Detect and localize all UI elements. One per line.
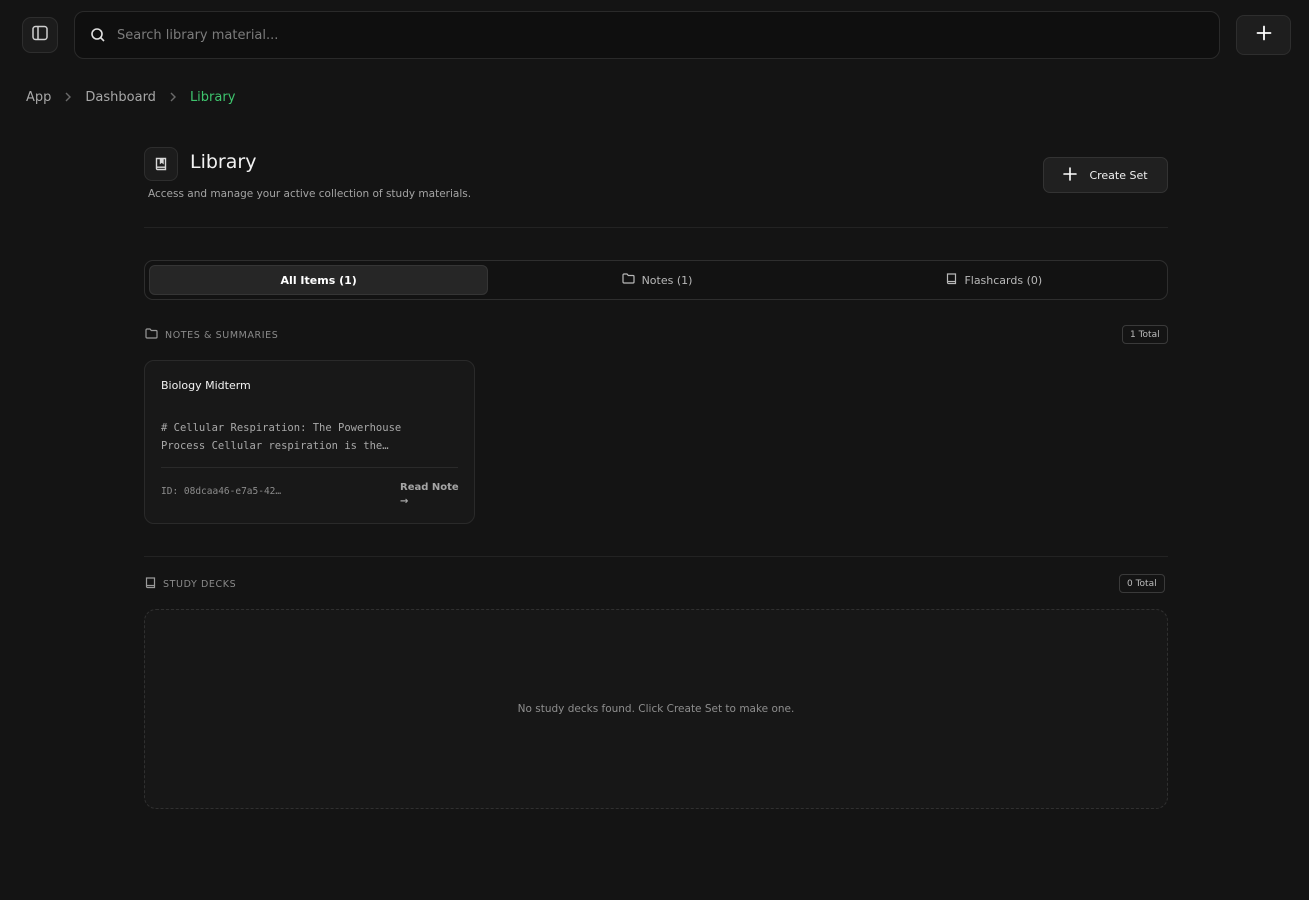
book-icon [946, 272, 957, 288]
read-note-link[interactable]: Read Note → [400, 481, 459, 509]
tab-label: Flashcards (0) [964, 273, 1043, 287]
decks-count-badge: 0 Total [1119, 574, 1165, 593]
page-description: Access and manage your active collection… [148, 188, 472, 200]
read-note-label: Read Note [400, 482, 459, 493]
create-set-button[interactable]: Create Set [1043, 157, 1168, 193]
tab-label: Notes (1) [641, 273, 693, 287]
book-icon [145, 577, 156, 592]
decks-section-header: STUDY DECKS [145, 577, 236, 592]
sidebar-panel-icon [31, 24, 49, 46]
section-divider [144, 556, 1168, 557]
note-excerpt-line: # Cellular Respiration: The Powerhouse [161, 422, 402, 434]
breadcrumb: App Dashboard Library [26, 88, 235, 106]
search-input[interactable] [117, 27, 1219, 43]
note-excerpt: # Cellular Respiration: The Powerhouse P… [161, 419, 461, 455]
section-title: NOTES & SUMMARIES [165, 329, 279, 341]
section-title: STUDY DECKS [163, 579, 237, 590]
folder-icon [621, 273, 635, 287]
note-title: Biology Midterm [161, 379, 251, 392]
arrow-right-icon: → [400, 496, 409, 507]
note-excerpt-line: Process Cellular respiration is the… [161, 440, 389, 452]
create-set-label: Create Set [1089, 168, 1148, 182]
filter-tabs: All Items (1) Notes (1) Flashcards (0) [144, 260, 1168, 300]
tab-all-items[interactable]: All Items (1) [149, 265, 489, 295]
decks-empty-state: No study decks found. Click Create Set t… [144, 609, 1168, 809]
book-icon [144, 147, 178, 181]
header-divider [144, 227, 1168, 228]
breadcrumb-app[interactable]: App [26, 90, 51, 105]
tab-flashcards[interactable]: Flashcards (0) [826, 265, 1163, 295]
notes-count-badge: 1 Total [1122, 325, 1168, 344]
note-card[interactable]: Biology Midterm # Cellular Respiration: … [144, 360, 475, 524]
add-button[interactable] [1236, 15, 1291, 55]
notes-section-header: NOTES & SUMMARIES [145, 328, 278, 342]
breadcrumb-library: Library [189, 89, 236, 105]
chevron-right-icon [156, 92, 190, 102]
plus-icon [1063, 166, 1078, 184]
card-divider [161, 467, 458, 468]
empty-state-message: No study decks found. Click Create Set t… [517, 703, 795, 715]
tab-label: All Items (1) [280, 273, 357, 287]
tab-notes[interactable]: Notes (1) [488, 265, 825, 295]
sidebar-toggle-button[interactable] [22, 17, 58, 53]
page-title: Library [190, 151, 257, 173]
chevron-right-icon [51, 92, 85, 102]
search-icon [89, 26, 107, 44]
search-bar[interactable] [74, 11, 1220, 59]
breadcrumb-dashboard[interactable]: Dashboard [85, 90, 156, 105]
plus-icon [1256, 25, 1272, 45]
folder-icon [145, 328, 158, 342]
note-id: ID: 08dcaa46-e7a5-42… [161, 486, 282, 497]
